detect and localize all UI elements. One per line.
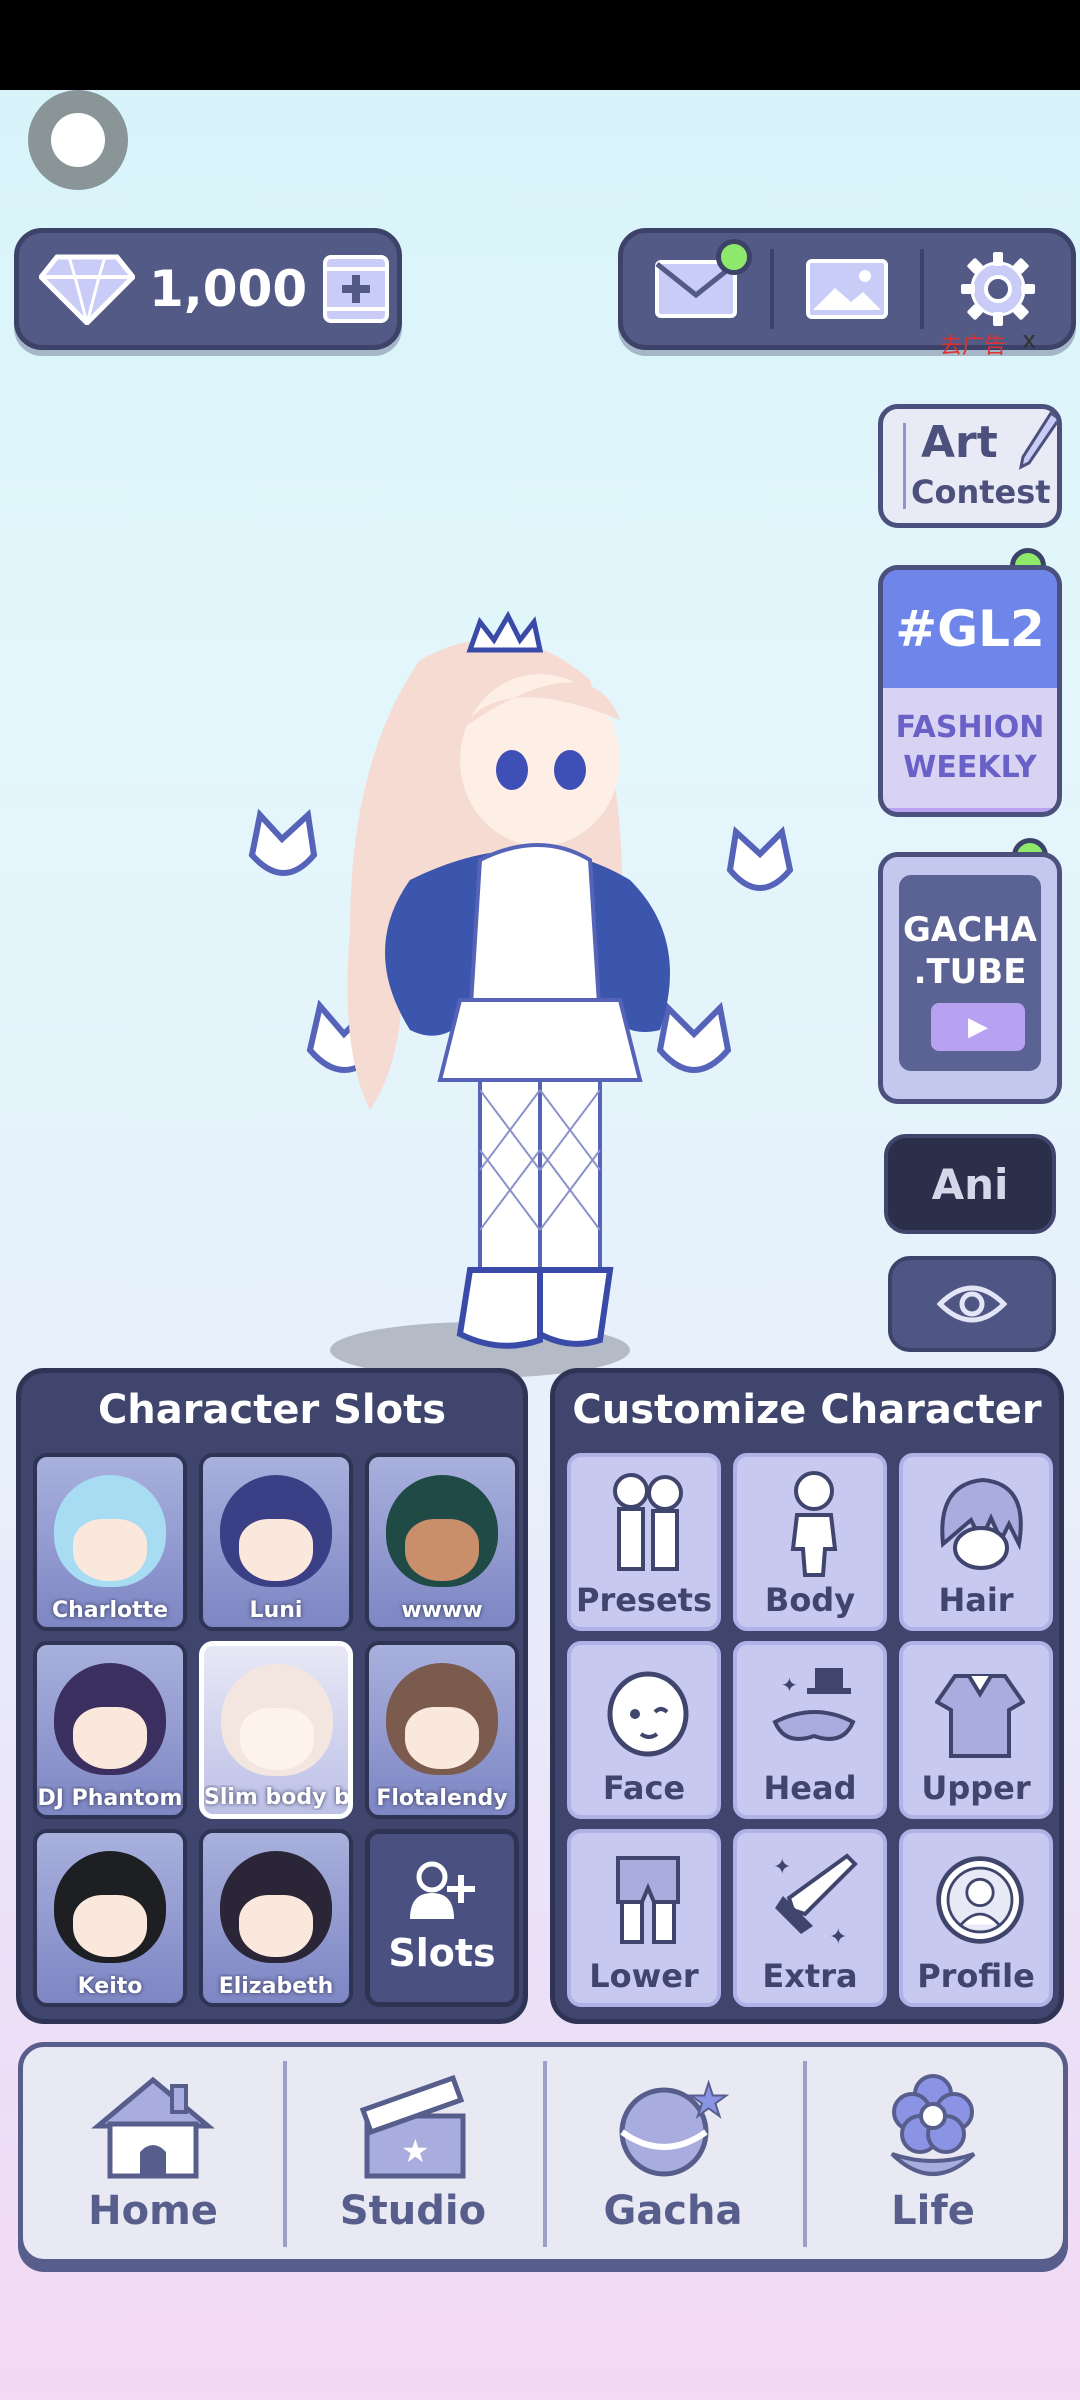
head-icon: ✦ bbox=[767, 1657, 861, 1767]
face-button[interactable]: Face bbox=[567, 1641, 721, 1819]
nav-gacha-label: Gacha bbox=[603, 2188, 743, 2234]
flower-icon bbox=[890, 2074, 976, 2176]
body-button[interactable]: Body bbox=[733, 1453, 887, 1631]
add-gems-icon[interactable] bbox=[321, 253, 391, 325]
character-slot[interactable]: Keito bbox=[33, 1829, 187, 2007]
ad-close-button[interactable]: x bbox=[1022, 326, 1036, 354]
face-icon bbox=[601, 1657, 695, 1767]
bottom-navigation: Home ★ Studio ★ Gacha Life bbox=[18, 2042, 1068, 2264]
extra-label: Extra bbox=[762, 1957, 858, 1995]
upper-button[interactable]: Upper bbox=[899, 1641, 1053, 1819]
svg-text:★: ★ bbox=[401, 2132, 430, 2170]
nav-home[interactable]: Home bbox=[23, 2047, 283, 2259]
customize-title: Customize Character bbox=[572, 1387, 1042, 1433]
character-slot-name: Charlotte bbox=[51, 1598, 169, 1623]
face-label: Face bbox=[602, 1769, 686, 1807]
currency-panel: 1,000 bbox=[14, 228, 402, 350]
character-slot[interactable]: Luni bbox=[199, 1453, 353, 1631]
customize-character-panel: Customize Character Presets Body Hair Fa… bbox=[550, 1368, 1064, 2024]
body-label: Body bbox=[764, 1581, 856, 1619]
character-slot-name: Luni bbox=[249, 1598, 303, 1623]
lower-label: Lower bbox=[589, 1957, 699, 1995]
character-slot[interactable]: DJ Phantom bbox=[33, 1641, 187, 1819]
character-slot-name: DJ Phantom bbox=[37, 1786, 183, 1811]
body-icon bbox=[767, 1469, 861, 1579]
svg-text:★: ★ bbox=[688, 2073, 729, 2127]
presets-button[interactable]: Presets bbox=[567, 1453, 721, 1631]
character-slot-name: Flotalendy bbox=[376, 1786, 508, 1811]
art-contest-line2: Contest bbox=[911, 473, 1051, 511]
status-bar bbox=[0, 0, 1080, 90]
clapperboard-icon: ★ bbox=[359, 2074, 466, 2179]
eye-icon bbox=[937, 1285, 1007, 1323]
lower-icon bbox=[601, 1845, 695, 1955]
play-icon: ▶ bbox=[931, 1003, 1025, 1051]
gear-icon bbox=[960, 252, 1035, 326]
pencil-icon bbox=[1018, 411, 1057, 470]
gl2-fashion-weekly-button[interactable]: #GL2 FASHION WEEKLY bbox=[878, 565, 1062, 817]
extra-icon: ✦ ✦ bbox=[767, 1845, 861, 1955]
character-slot[interactable]: Flotalendy bbox=[365, 1641, 519, 1819]
upper-label: Upper bbox=[921, 1769, 1031, 1807]
top-toolbar bbox=[618, 228, 1076, 350]
character-slot[interactable]: Charlotte bbox=[33, 1453, 187, 1631]
presets-label: Presets bbox=[575, 1581, 713, 1619]
add-slot-button[interactable]: Slots bbox=[365, 1829, 519, 2007]
nav-studio[interactable]: ★ Studio bbox=[283, 2047, 543, 2259]
profile-label: Profile bbox=[917, 1957, 1035, 1995]
character-slot-name: Elizabeth bbox=[218, 1974, 334, 1999]
character-slots-title: Character Slots bbox=[97, 1387, 447, 1433]
head-label: Head bbox=[763, 1769, 857, 1807]
extra-button[interactable]: ✦ ✦ Extra bbox=[733, 1829, 887, 2007]
gem-count: 1,000 bbox=[149, 260, 308, 318]
gl2-line2: WEEKLY bbox=[903, 750, 1037, 785]
animation-button[interactable]: Ani bbox=[884, 1134, 1056, 1234]
hair-label: Hair bbox=[938, 1581, 1014, 1619]
gachatube-line1: GACHA bbox=[903, 910, 1037, 950]
character-slot-name: wwww bbox=[401, 1598, 483, 1623]
character-slot-name: Keito bbox=[77, 1974, 143, 1999]
art-contest-line1: Art bbox=[921, 417, 998, 468]
hair-button[interactable]: Hair bbox=[899, 1453, 1053, 1631]
gacha-icon: ★ bbox=[619, 2072, 730, 2177]
mail-button[interactable] bbox=[623, 233, 770, 345]
nav-life[interactable]: Life bbox=[803, 2047, 1063, 2259]
add-user-icon bbox=[410, 1861, 475, 1919]
add-slot-label: Slots bbox=[388, 1931, 496, 1975]
floating-menu-button[interactable] bbox=[28, 90, 128, 190]
image-icon bbox=[806, 259, 888, 319]
gachatube-line2: .TUBE bbox=[913, 952, 1027, 992]
hair-icon bbox=[933, 1469, 1027, 1579]
remove-ads-label[interactable]: 去广告 bbox=[940, 328, 1006, 360]
lower-button[interactable]: Lower bbox=[567, 1829, 721, 2007]
character-preview[interactable] bbox=[240, 610, 800, 1380]
nav-studio-label: Studio bbox=[339, 2188, 487, 2234]
gl2-title: #GL2 bbox=[883, 570, 1057, 688]
gachatube-button[interactable]: GACHA .TUBE ▶ bbox=[878, 852, 1062, 1104]
svg-text:✦: ✦ bbox=[829, 1925, 847, 1950]
character-slot[interactable]: wwww bbox=[365, 1453, 519, 1631]
gl2-line1: FASHION bbox=[895, 710, 1045, 745]
svg-text:✦: ✦ bbox=[773, 1855, 791, 1880]
diamond-icon bbox=[39, 254, 135, 325]
head-button[interactable]: ✦ Head bbox=[733, 1641, 887, 1819]
character-slot[interactable]: Elizabeth bbox=[199, 1829, 353, 2007]
nav-life-label: Life bbox=[891, 2188, 975, 2234]
profile-icon bbox=[933, 1845, 1027, 1955]
svg-text:✦: ✦ bbox=[781, 1673, 798, 1697]
home-icon bbox=[91, 2076, 215, 2179]
character-slot-name: Slim body bas bbox=[204, 1785, 348, 1810]
character-slot-selected[interactable]: Slim body bas bbox=[199, 1641, 353, 1819]
mail-notification-dot bbox=[715, 239, 752, 275]
presets-icon bbox=[601, 1469, 695, 1579]
notebook-rings bbox=[887, 423, 906, 509]
gallery-button[interactable] bbox=[774, 233, 921, 345]
nav-home-label: Home bbox=[88, 2188, 218, 2234]
character-slots-panel: Character Slots Charlotte Luni wwww DJ P… bbox=[16, 1368, 528, 2024]
nav-gacha[interactable]: ★ Gacha bbox=[543, 2047, 803, 2259]
hide-ui-button[interactable] bbox=[888, 1256, 1056, 1352]
profile-button[interactable]: Profile bbox=[899, 1829, 1053, 2007]
art-contest-button[interactable]: Art Contest bbox=[878, 404, 1062, 528]
upper-icon bbox=[933, 1657, 1027, 1767]
